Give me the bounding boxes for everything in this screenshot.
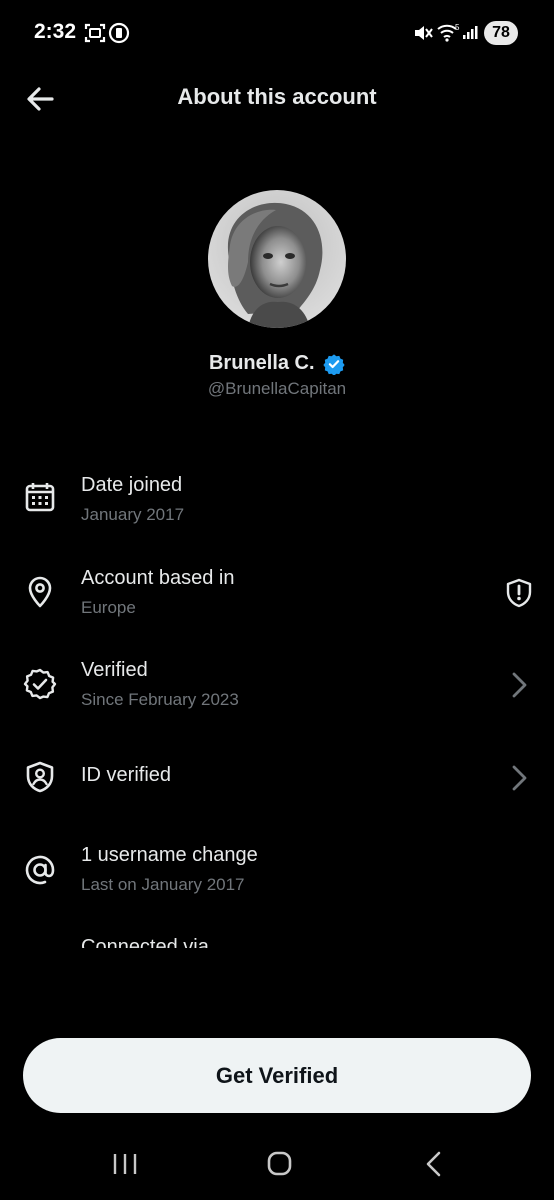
profile-name: Brunella C. bbox=[208, 352, 315, 374]
chevron-left-icon bbox=[426, 1151, 441, 1177]
status-bar: 2:32 5 78 bbox=[0, 0, 554, 66]
chevron-right-icon bbox=[512, 765, 527, 791]
home-button[interactable] bbox=[259, 1148, 299, 1180]
date-joined-value: January 2017 bbox=[81, 505, 185, 524]
username-change-value: Last on January 2017 bbox=[81, 875, 245, 894]
shield-alert-icon[interactable] bbox=[503, 577, 535, 609]
connected-via-label: Connected via bbox=[81, 936, 209, 948]
battery-indicator: 78 bbox=[484, 21, 518, 45]
svg-text:5: 5 bbox=[455, 23, 460, 32]
mute-icon bbox=[415, 26, 433, 40]
location-pin-icon bbox=[28, 576, 52, 608]
id-shield-icon bbox=[26, 761, 54, 793]
get-verified-button[interactable]: Get Verified bbox=[23, 1038, 531, 1113]
verified-label: Verified bbox=[81, 659, 148, 681]
recent-apps-button[interactable] bbox=[105, 1148, 145, 1180]
calendar-icon bbox=[25, 483, 55, 512]
profile-handle: @BrunellaCapitan bbox=[207, 379, 347, 398]
verified-since: Since February 2023 bbox=[81, 690, 239, 709]
info-row-id-verified[interactable]: ID verified bbox=[0, 750, 554, 840]
account-based-in-label: Account based in bbox=[81, 567, 235, 589]
id-verified-label: ID verified bbox=[81, 764, 172, 786]
header: About this account bbox=[0, 66, 554, 130]
info-row-verified[interactable]: Verified Since February 2023 bbox=[0, 647, 554, 737]
username-change-label: 1 username change bbox=[81, 844, 258, 866]
avatar bbox=[208, 190, 346, 328]
page-title: About this account bbox=[177, 84, 377, 109]
info-row-connected-via: Connected via bbox=[0, 928, 554, 948]
dnd-icon bbox=[108, 22, 130, 44]
wifi-icon: 5 bbox=[437, 23, 460, 42]
signal-icon bbox=[463, 26, 478, 39]
account-info-list: Date joined January 2017 Account based i… bbox=[0, 450, 554, 948]
info-row-account-based-in: Account based in Europe bbox=[0, 555, 554, 645]
back-nav-button[interactable] bbox=[415, 1148, 455, 1180]
screenshot-icon bbox=[84, 23, 106, 43]
at-sign-icon bbox=[25, 855, 55, 885]
date-joined-label: Date joined bbox=[81, 474, 183, 496]
recent-apps-icon bbox=[113, 1154, 137, 1174]
status-time: 2:32 bbox=[34, 20, 77, 43]
verified-badge-icon bbox=[323, 353, 345, 375]
system-nav-bar bbox=[0, 1130, 554, 1200]
profile-name-row: Brunella C. bbox=[0, 352, 554, 375]
info-row-username-change: 1 username change Last on January 2017 bbox=[0, 834, 554, 924]
home-icon bbox=[267, 1151, 292, 1176]
account-based-in-value: Europe bbox=[81, 598, 136, 617]
chevron-right-icon bbox=[512, 672, 527, 698]
info-row-date-joined: Date joined January 2017 bbox=[0, 462, 554, 552]
verified-badge-icon bbox=[23, 668, 57, 700]
